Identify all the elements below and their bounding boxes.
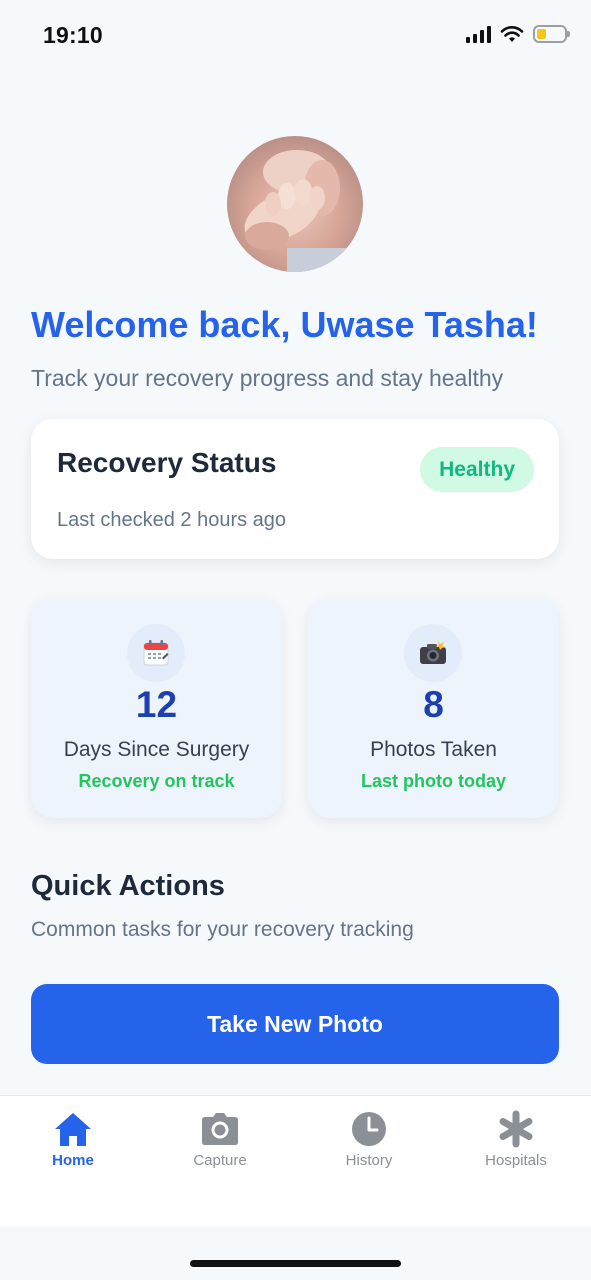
tab-home-label: Home	[52, 1152, 94, 1169]
recovery-status-card[interactable]: Recovery Status Healthy Last checked 2 h…	[31, 419, 559, 559]
tab-hospitals[interactable]: Hospitals	[456, 1110, 576, 1180]
baby-hand-photo	[244, 150, 363, 272]
tab-history[interactable]: History	[309, 1110, 429, 1180]
days-since-surgery-label: Days Since Surgery	[63, 738, 250, 761]
tab-capture[interactable]: Capture	[160, 1110, 280, 1180]
status-icons	[466, 25, 570, 43]
clock-icon	[352, 1112, 386, 1146]
days-since-surgery-card[interactable]: 12 Days Since Surgery Recovery on track	[31, 598, 282, 818]
tab-hospitals-label: Hospitals	[485, 1152, 547, 1169]
status-badge: Healthy	[420, 447, 534, 492]
last-checked-text: Last checked 2 hours ago	[57, 509, 287, 531]
tab-history-label: History	[345, 1152, 393, 1169]
take-new-photo-button[interactable]: Take New Photo	[31, 984, 559, 1064]
tab-bar: Home Capture History Hospitals	[0, 1095, 591, 1226]
avatar	[227, 136, 363, 272]
days-since-surgery-note: Recovery on track	[78, 771, 235, 791]
cellular-signal-icon	[466, 25, 491, 43]
status-bar: 19:10	[0, 0, 591, 74]
photos-taken-card[interactable]: 8 Photos Taken Last photo today	[308, 598, 559, 818]
calendar-icon	[127, 624, 185, 682]
photos-taken-note: Last photo today	[361, 771, 506, 791]
tab-capture-label: Capture	[193, 1152, 247, 1169]
photos-taken-value: 8	[423, 684, 444, 725]
photos-taken-label: Photos Taken	[370, 738, 497, 761]
camera-icon	[202, 1113, 238, 1145]
home-icon	[55, 1113, 91, 1146]
days-since-surgery-value: 12	[135, 684, 178, 725]
battery-icon	[533, 25, 570, 43]
quick-actions-title: Quick Actions	[31, 870, 225, 902]
welcome-title: Welcome back, Uwase Tasha!	[31, 304, 538, 345]
wifi-icon	[500, 26, 524, 42]
asterisk-icon	[499, 1110, 533, 1148]
recovery-status-title: Recovery Status	[57, 447, 277, 478]
quick-actions-subtitle: Common tasks for your recovery tracking	[31, 918, 414, 941]
home-indicator	[190, 1260, 401, 1267]
camera-flash-icon	[404, 624, 462, 682]
welcome-subtitle: Track your recovery progress and stay he…	[31, 365, 504, 391]
status-time: 19:10	[43, 22, 103, 48]
tab-home[interactable]: Home	[13, 1110, 133, 1180]
